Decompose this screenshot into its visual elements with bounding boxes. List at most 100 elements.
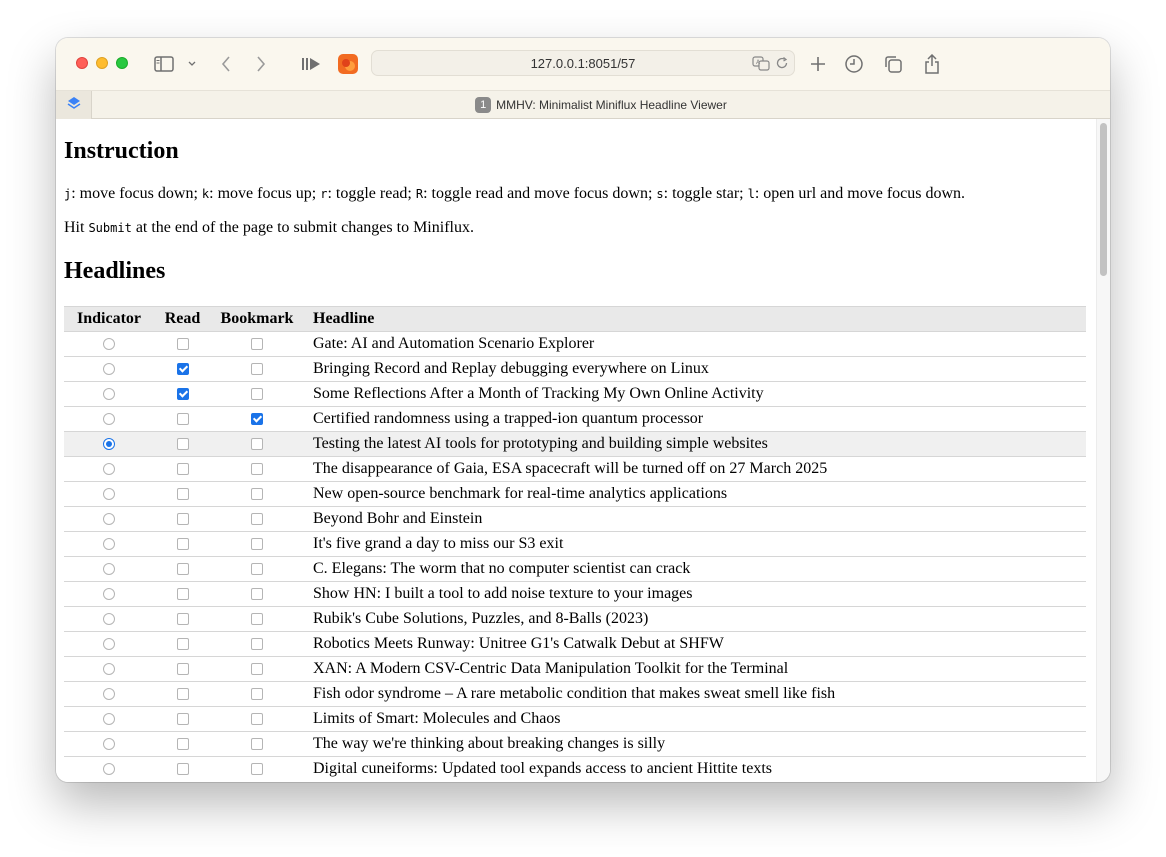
read-checkbox[interactable]	[176, 688, 189, 701]
chevron-down-icon[interactable]	[186, 52, 198, 76]
table-row[interactable]: It's five grand a day to miss our S3 exi…	[64, 531, 1086, 557]
reader-play-icon[interactable]	[300, 52, 322, 76]
bookmark-checkbox[interactable]	[251, 613, 263, 626]
indicator-radio[interactable]	[103, 463, 115, 476]
read-checkbox[interactable]	[176, 638, 189, 651]
headline-text[interactable]: The way we're thinking about breaking ch…	[303, 731, 1086, 757]
scrollbar[interactable]	[1096, 119, 1110, 782]
sidebar-icon[interactable]	[152, 52, 176, 76]
headline-text[interactable]: C. Elegans: The worm that no computer sc…	[303, 556, 1086, 582]
table-row[interactable]: C. Elegans: The worm that no computer sc…	[64, 556, 1086, 582]
indicator-radio[interactable]	[103, 713, 115, 726]
table-row[interactable]: The way we're thinking about breaking ch…	[64, 731, 1086, 757]
table-row[interactable]: Limits of Smart: Molecules and Chaos	[64, 706, 1086, 732]
headline-text[interactable]: XAN: A Modern CSV-Centric Data Manipulat…	[303, 656, 1086, 682]
indicator-radio[interactable]	[103, 738, 115, 751]
headline-text[interactable]: Gate: AI and Automation Scenario Explore…	[303, 331, 1086, 357]
indicator-radio[interactable]	[103, 638, 115, 651]
history-icon[interactable]	[843, 52, 865, 76]
headline-text[interactable]: Testing the latest AI tools for prototyp…	[303, 431, 1086, 457]
table-row[interactable]: XAN: A Modern CSV-Centric Data Manipulat…	[64, 656, 1086, 682]
share-icon[interactable]	[921, 52, 943, 76]
tab-mmhv[interactable]: 1 MMHV: Minimalist Miniflux Headline Vie…	[92, 91, 1110, 119]
indicator-radio[interactable]	[103, 763, 115, 776]
headline-text[interactable]: Limits of Smart: Molecules and Chaos	[303, 706, 1086, 732]
read-checkbox[interactable]	[176, 763, 189, 776]
read-checkbox[interactable]	[176, 738, 189, 751]
headline-text[interactable]: Bringing Record and Replay debugging eve…	[303, 356, 1086, 382]
read-checkbox[interactable]	[176, 388, 189, 401]
new-tab-icon[interactable]	[808, 52, 828, 76]
indicator-radio[interactable]	[103, 338, 115, 351]
indicator-radio[interactable]	[103, 613, 115, 626]
table-row[interactable]: Certified randomness using a trapped-ion…	[64, 406, 1086, 432]
headline-text[interactable]: It's five grand a day to miss our S3 exi…	[303, 531, 1086, 557]
table-row[interactable]: Beyond Bohr and Einstein	[64, 506, 1086, 532]
read-checkbox[interactable]	[176, 513, 189, 526]
headline-text[interactable]: Fish odor syndrome – A rare metabolic co…	[303, 681, 1086, 707]
table-row[interactable]: Bringing Record and Replay debugging eve…	[64, 356, 1086, 382]
tab-overview-icon[interactable]	[882, 52, 904, 76]
headline-text[interactable]: Rubik's Cube Solutions, Puzzles, and 8-B…	[303, 606, 1086, 632]
bookmark-checkbox[interactable]	[251, 413, 263, 426]
bookmark-checkbox[interactable]	[251, 463, 263, 476]
forward-icon[interactable]	[251, 52, 271, 76]
table-row[interactable]: Testing the latest AI tools for prototyp…	[64, 431, 1086, 457]
read-checkbox[interactable]	[176, 413, 189, 426]
close-window-button[interactable]	[76, 57, 88, 69]
read-checkbox[interactable]	[176, 563, 189, 576]
headline-text[interactable]: New open-source benchmark for real-time …	[303, 481, 1086, 507]
bookmark-checkbox[interactable]	[251, 713, 263, 726]
back-icon[interactable]	[216, 52, 236, 76]
bookmark-checkbox[interactable]	[251, 688, 263, 701]
zoom-window-button[interactable]	[116, 57, 128, 69]
bookmark-checkbox[interactable]	[251, 563, 263, 576]
headline-text[interactable]: Show HN: I built a tool to add noise tex…	[303, 581, 1086, 607]
table-row[interactable]: Fish odor syndrome – A rare metabolic co…	[64, 681, 1086, 707]
bookmark-checkbox[interactable]	[251, 763, 263, 776]
minimize-window-button[interactable]	[96, 57, 108, 69]
table-row[interactable]: Show HN: I built a tool to add noise tex…	[64, 581, 1086, 607]
scrollbar-thumb[interactable]	[1100, 123, 1107, 276]
pinned-tab[interactable]	[56, 91, 92, 119]
bookmark-checkbox[interactable]	[251, 588, 263, 601]
bookmark-checkbox[interactable]	[251, 738, 263, 751]
bookmark-checkbox[interactable]	[251, 338, 263, 351]
read-checkbox[interactable]	[176, 613, 189, 626]
bookmark-checkbox[interactable]	[251, 363, 263, 376]
read-checkbox[interactable]	[176, 538, 189, 551]
extension-icon[interactable]	[337, 52, 359, 76]
read-checkbox[interactable]	[176, 338, 189, 351]
table-row[interactable]: Robotics Meets Runway: Unitree G1's Catw…	[64, 631, 1086, 657]
read-checkbox[interactable]	[176, 588, 189, 601]
read-checkbox[interactable]	[176, 488, 189, 501]
indicator-radio[interactable]	[103, 438, 115, 451]
read-checkbox[interactable]	[176, 363, 189, 376]
indicator-radio[interactable]	[103, 388, 115, 401]
address-bar[interactable]: 127.0.0.1:8051/57 A	[371, 50, 795, 76]
indicator-radio[interactable]	[103, 538, 115, 551]
headline-text[interactable]: The disappearance of Gaia, ESA spacecraf…	[303, 456, 1086, 482]
headline-text[interactable]: Digital cuneiforms: Updated tool expands…	[303, 756, 1086, 781]
translate-icon[interactable]: A	[752, 55, 770, 76]
read-checkbox[interactable]	[176, 463, 189, 476]
indicator-radio[interactable]	[103, 563, 115, 576]
bookmark-checkbox[interactable]	[251, 538, 263, 551]
headline-text[interactable]: Beyond Bohr and Einstein	[303, 506, 1086, 532]
indicator-radio[interactable]	[103, 513, 115, 526]
headline-text[interactable]: Robotics Meets Runway: Unitree G1's Catw…	[303, 631, 1086, 657]
indicator-radio[interactable]	[103, 488, 115, 501]
table-row[interactable]: Gate: AI and Automation Scenario Explore…	[64, 331, 1086, 357]
indicator-radio[interactable]	[103, 588, 115, 601]
indicator-radio[interactable]	[103, 413, 115, 426]
bookmark-checkbox[interactable]	[251, 638, 263, 651]
table-row[interactable]: Some Reflections After a Month of Tracki…	[64, 381, 1086, 407]
bookmark-checkbox[interactable]	[251, 663, 263, 676]
bookmark-checkbox[interactable]	[251, 388, 263, 401]
table-row[interactable]: Digital cuneiforms: Updated tool expands…	[64, 756, 1086, 781]
table-row[interactable]: The disappearance of Gaia, ESA spacecraf…	[64, 456, 1086, 482]
table-row[interactable]: Rubik's Cube Solutions, Puzzles, and 8-B…	[64, 606, 1086, 632]
read-checkbox[interactable]	[176, 663, 189, 676]
bookmark-checkbox[interactable]	[251, 488, 263, 501]
headline-text[interactable]: Some Reflections After a Month of Tracki…	[303, 381, 1086, 407]
